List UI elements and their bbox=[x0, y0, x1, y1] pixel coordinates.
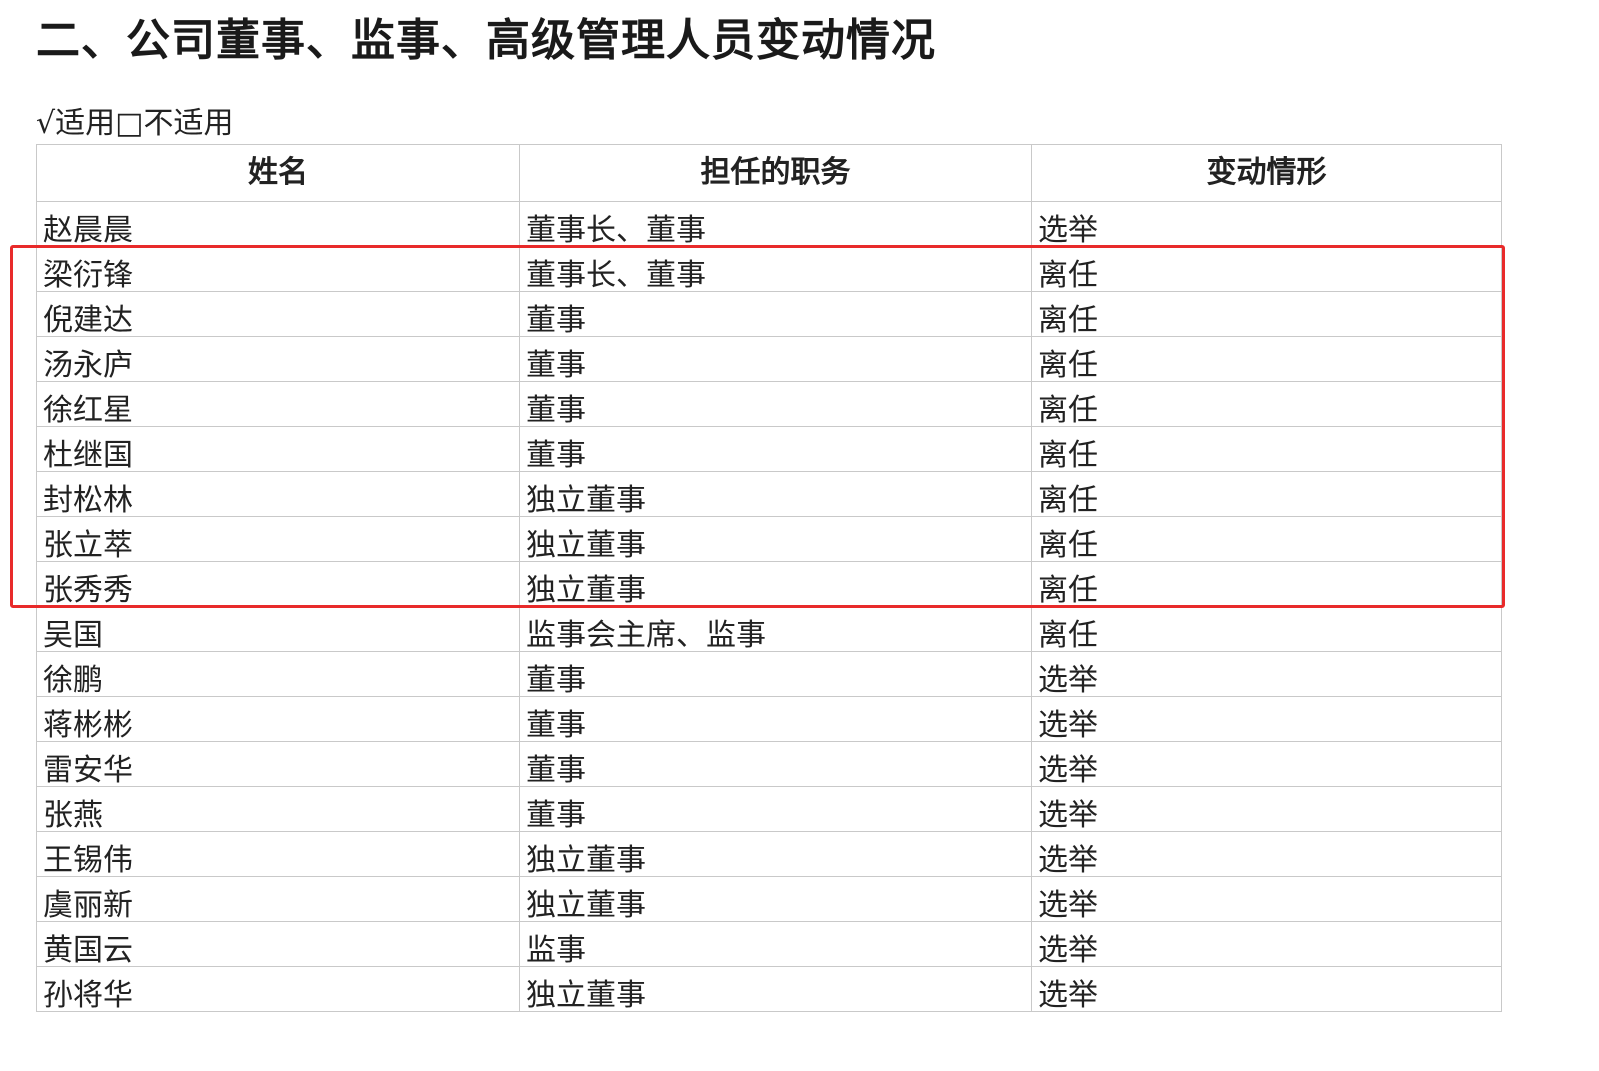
cell-position: 董事 bbox=[519, 696, 1032, 742]
cell-change-type: 选举 bbox=[1031, 921, 1502, 967]
cell-name: 王锡伟 bbox=[36, 831, 520, 877]
cell-name: 张秀秀 bbox=[36, 561, 520, 607]
table-row: 赵晨晨 董事长、董事 选举 bbox=[36, 201, 1502, 247]
cell-name: 徐鹏 bbox=[36, 651, 520, 697]
table-row: 封松林 独立董事 离任 bbox=[36, 471, 1502, 517]
cell-change-type: 选举 bbox=[1031, 786, 1502, 832]
cell-name: 汤永庐 bbox=[36, 336, 520, 382]
header-change-type: 变动情形 bbox=[1031, 144, 1502, 202]
cell-change-type: 离任 bbox=[1031, 561, 1502, 607]
table-row: 张秀秀 独立董事 离任 bbox=[36, 561, 1502, 607]
cell-position: 独立董事 bbox=[519, 876, 1032, 922]
cell-position: 董事 bbox=[519, 651, 1032, 697]
cell-change-type: 离任 bbox=[1031, 291, 1502, 337]
cell-change-type: 离任 bbox=[1031, 246, 1502, 292]
cell-position: 独立董事 bbox=[519, 471, 1032, 517]
cell-change-type: 选举 bbox=[1031, 876, 1502, 922]
cell-name: 梁衍锋 bbox=[36, 246, 520, 292]
table-header-row: 姓名 担任的职务 变动情形 bbox=[36, 144, 1502, 202]
cell-name: 吴国 bbox=[36, 606, 520, 652]
cell-change-type: 选举 bbox=[1031, 741, 1502, 787]
cell-position: 董事长、董事 bbox=[519, 246, 1032, 292]
cell-position: 监事会主席、监事 bbox=[519, 606, 1032, 652]
cell-change-type: 离任 bbox=[1031, 606, 1502, 652]
cell-name: 张燕 bbox=[36, 786, 520, 832]
cell-name: 杜继国 bbox=[36, 426, 520, 472]
cell-name: 赵晨晨 bbox=[36, 201, 520, 247]
cell-position: 独立董事 bbox=[519, 516, 1032, 562]
management-changes-table: 姓名 担任的职务 变动情形 赵晨晨 董事长、董事 选举 梁衍锋 董事长、董事 离… bbox=[36, 144, 1502, 1012]
table-row: 张立萃 独立董事 离任 bbox=[36, 516, 1502, 562]
table-row: 梁衍锋 董事长、董事 离任 bbox=[36, 246, 1502, 292]
cell-name: 虞丽新 bbox=[36, 876, 520, 922]
table-row: 徐红星 董事 离任 bbox=[36, 381, 1502, 427]
cell-name: 蒋彬彬 bbox=[36, 696, 520, 742]
cell-name: 徐红星 bbox=[36, 381, 520, 427]
cell-position: 董事 bbox=[519, 381, 1032, 427]
cell-change-type: 离任 bbox=[1031, 471, 1502, 517]
header-name: 姓名 bbox=[36, 144, 520, 202]
table-row: 虞丽新 独立董事 选举 bbox=[36, 876, 1502, 922]
cell-name: 雷安华 bbox=[36, 741, 520, 787]
cell-position: 独立董事 bbox=[519, 561, 1032, 607]
cell-name: 黄国云 bbox=[36, 921, 520, 967]
table-row: 倪建达 董事 离任 bbox=[36, 291, 1502, 337]
table-row: 蒋彬彬 董事 选举 bbox=[36, 696, 1502, 742]
cell-position: 董事 bbox=[519, 336, 1032, 382]
cell-position: 监事 bbox=[519, 921, 1032, 967]
cell-name: 孙将华 bbox=[36, 966, 520, 1012]
cell-name: 倪建达 bbox=[36, 291, 520, 337]
cell-name: 张立萃 bbox=[36, 516, 520, 562]
table-row: 黄国云 监事 选举 bbox=[36, 921, 1502, 967]
table-row: 王锡伟 独立董事 选举 bbox=[36, 831, 1502, 877]
cell-position: 独立董事 bbox=[519, 966, 1032, 1012]
table-row: 雷安华 董事 选举 bbox=[36, 741, 1502, 787]
cell-change-type: 离任 bbox=[1031, 336, 1502, 382]
cell-position: 董事 bbox=[519, 426, 1032, 472]
cell-position: 董事 bbox=[519, 786, 1032, 832]
table-row: 张燕 董事 选举 bbox=[36, 786, 1502, 832]
table-row: 徐鹏 董事 选举 bbox=[36, 651, 1502, 697]
cell-position: 董事 bbox=[519, 291, 1032, 337]
cell-change-type: 离任 bbox=[1031, 516, 1502, 562]
table-row: 吴国 监事会主席、监事 离任 bbox=[36, 606, 1502, 652]
section-heading: 二、公司董事、监事、高级管理人员变动情况 bbox=[36, 15, 936, 66]
cell-change-type: 选举 bbox=[1031, 966, 1502, 1012]
cell-change-type: 离任 bbox=[1031, 381, 1502, 427]
header-position: 担任的职务 bbox=[519, 144, 1032, 202]
table-row: 杜继国 董事 离任 bbox=[36, 426, 1502, 472]
cell-change-type: 选举 bbox=[1031, 831, 1502, 877]
cell-change-type: 选举 bbox=[1031, 201, 1502, 247]
table-row: 孙将华 独立董事 选举 bbox=[36, 966, 1502, 1012]
cell-change-type: 选举 bbox=[1031, 651, 1502, 697]
table-row: 汤永庐 董事 离任 bbox=[36, 336, 1502, 382]
cell-position: 董事 bbox=[519, 741, 1032, 787]
cell-change-type: 离任 bbox=[1031, 426, 1502, 472]
cell-name: 封松林 bbox=[36, 471, 520, 517]
applicable-indicator: √适用□不适用 bbox=[36, 106, 234, 141]
cell-position: 独立董事 bbox=[519, 831, 1032, 877]
cell-change-type: 选举 bbox=[1031, 696, 1502, 742]
cell-position: 董事长、董事 bbox=[519, 201, 1032, 247]
